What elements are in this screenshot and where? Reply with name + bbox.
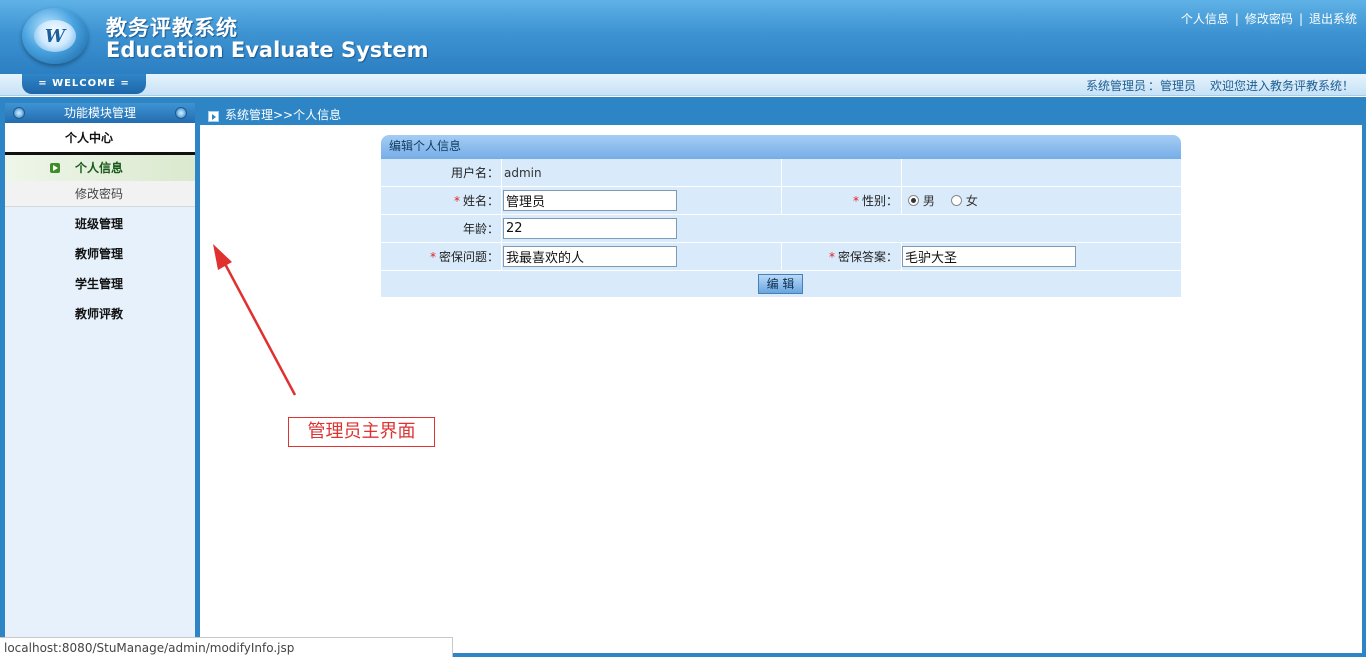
arrow-right-icon [50, 163, 60, 173]
welcome-tab: = WELCOME = [22, 74, 146, 94]
name-input[interactable] [503, 190, 677, 211]
name-label: * 姓名： [381, 187, 499, 215]
security-answer-input[interactable] [902, 246, 1076, 267]
welcome-greeting: 欢迎您进入教务评教系统！ [1209, 79, 1354, 93]
form-row-security: *密保问题： *密保答案： [381, 243, 1181, 271]
column-divider [781, 159, 782, 187]
logo: W [22, 8, 88, 64]
sidebar-item-class-management[interactable]: 班级管理 [5, 209, 195, 239]
radio-unchecked-icon[interactable] [951, 195, 962, 206]
gender-label: * 性别： [781, 187, 898, 215]
breadcrumb: 系统管理>>个人信息 [225, 108, 342, 122]
system-title-en: Education Evaluate System [106, 38, 429, 62]
required-mark: * [429, 250, 436, 264]
play-icon [208, 111, 219, 122]
user-status: 系统管理员 ：管理员 欢迎您进入教务评教系统！ [1086, 77, 1354, 94]
sidebar-header: 功能模块管理 [5, 103, 195, 123]
gender-female-label: 女 [965, 194, 978, 208]
link-separator: | [1234, 12, 1239, 26]
form-row-name-gender: *姓名： *性别： 男 女 [381, 187, 1181, 215]
personal-info-link[interactable]: 个人信息 [1181, 12, 1229, 26]
column-divider [501, 215, 502, 243]
sidebar-item-change-password[interactable]: 修改密码 [5, 181, 195, 207]
age-label: 年龄： [462, 222, 499, 236]
age-input[interactable] [503, 218, 677, 239]
role-separator: ： [1147, 79, 1160, 93]
sidebar-title: 功能模块管理 [63, 106, 136, 120]
logo-letter: W [44, 26, 66, 47]
required-mark: * [828, 250, 835, 264]
name-label-text: 姓名： [462, 194, 499, 208]
circle-icon [175, 107, 187, 119]
required-mark: * [852, 194, 859, 208]
link-separator: | [1298, 12, 1303, 26]
role-label: 系统管理员 [1085, 79, 1146, 93]
username-value: admin [504, 166, 542, 180]
edit-button[interactable]: 编 辑 [758, 274, 803, 294]
edit-info-panel: 编辑个人信息 用户名： admin *姓名： *性别： 男 女 年龄： [381, 135, 1181, 297]
username-label: 用户名： [450, 166, 499, 180]
annotation-label: 管理员主界面 [288, 417, 435, 447]
form-row-age: 年龄： [381, 215, 1181, 243]
circle-icon [13, 107, 25, 119]
column-divider [901, 187, 902, 215]
header: W 教务评教系统 Education Evaluate System 个人信息 |… [0, 0, 1366, 74]
sidebar-item-label: 个人信息 [75, 161, 124, 175]
form-actions: 编 辑 [381, 271, 1181, 297]
top-links: 个人信息 | 修改密码 | 退出系统 [1181, 10, 1357, 27]
content-title-bar: 系统管理>>个人信息 [200, 103, 1366, 125]
required-mark: * [453, 194, 460, 208]
answer-label-text: 密保答案： [837, 250, 898, 264]
change-password-link[interactable]: 修改密码 [1245, 12, 1293, 26]
gender-radio-female[interactable]: 女 [951, 187, 978, 215]
sidebar-item-teacher-management[interactable]: 教师管理 [5, 239, 195, 269]
question-label-text: 密保问题： [438, 250, 499, 264]
answer-label: * 密保答案： [781, 243, 898, 271]
column-divider [501, 159, 502, 187]
sidebar-item-student-management[interactable]: 学生管理 [5, 269, 195, 299]
logo-icon: W [34, 20, 76, 52]
user-name: 管理员 [1159, 79, 1196, 93]
question-label: * 密保问题： [381, 243, 499, 271]
browser-status-url: localhost:8080/StuManage/admin/modifyInf… [0, 637, 453, 657]
sidebar: 功能模块管理 个人中心 个人信息 修改密码 班级管理 教师管理 学生管理 教师评… [5, 103, 195, 657]
gender-label-text: 性别： [861, 194, 898, 208]
form-row-username: 用户名： admin [381, 159, 1181, 187]
welcome-bar: = WELCOME = 系统管理员 ：管理员 欢迎您进入教务评教系统！ [0, 74, 1366, 96]
column-divider [501, 187, 502, 215]
radio-checked-icon[interactable] [908, 195, 919, 206]
gender-male-label: 男 [922, 194, 935, 208]
sidebar-item-personal-info[interactable]: 个人信息 [5, 155, 195, 181]
panel-title: 编辑个人信息 [381, 135, 1181, 159]
logout-link[interactable]: 退出系统 [1309, 12, 1357, 26]
column-divider [501, 243, 502, 271]
sidebar-group-personal-center[interactable]: 个人中心 [5, 123, 195, 155]
gender-radio-male[interactable]: 男 [908, 187, 935, 215]
column-divider [901, 159, 902, 187]
sidebar-item-teacher-evaluation[interactable]: 教师评教 [5, 299, 195, 329]
content-area: 编辑个人信息 用户名： admin *姓名： *性别： 男 女 年龄： [200, 125, 1362, 653]
security-question-input[interactable] [503, 246, 677, 267]
